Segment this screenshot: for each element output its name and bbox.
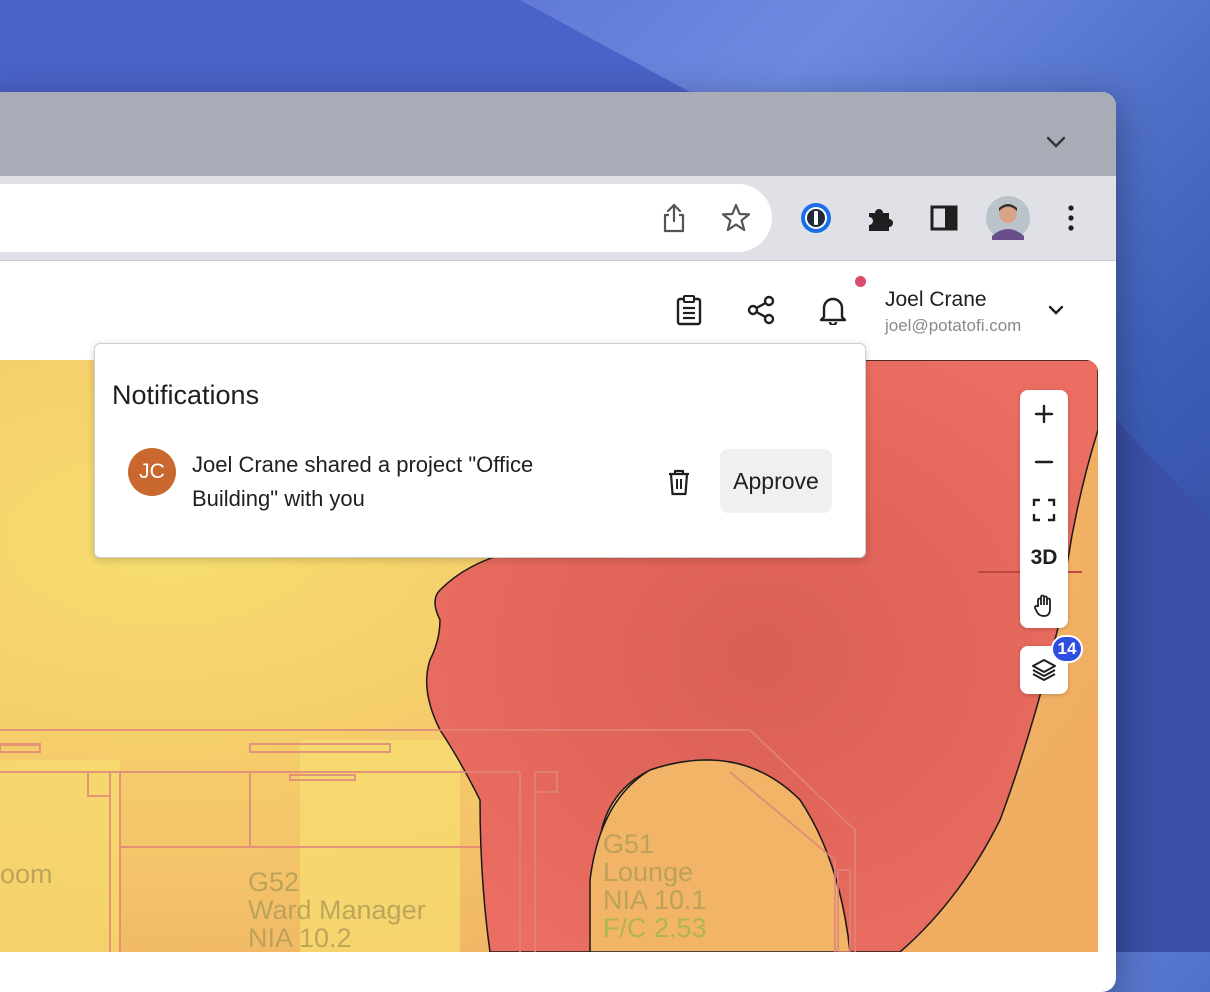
fullscreen-button[interactable] [1020, 488, 1068, 532]
map-controls: 3D [1020, 390, 1068, 628]
toggle-3d-button[interactable]: 3D [1020, 536, 1068, 580]
unread-indicator-dot [855, 276, 866, 287]
room-fc: F/C 2.53 [603, 913, 707, 943]
bookmark-star-icon[interactable] [716, 198, 756, 238]
user-menu-chevron-icon[interactable] [1042, 296, 1070, 324]
approve-button[interactable]: Approve [720, 449, 832, 513]
tab-list-chevron-icon[interactable] [1042, 128, 1070, 156]
room-label-fragment: oom [0, 859, 53, 889]
trash-icon [669, 469, 689, 496]
pan-hand-button[interactable] [1020, 584, 1068, 628]
room-label-g51: G51 Lounge NIA 10.1 F/C 2.53 [603, 830, 707, 942]
room-name: Lounge [603, 857, 694, 887]
address-bar[interactable] [0, 184, 772, 252]
user-email: joel@potatofi.com [885, 316, 1022, 335]
notifications-bell-icon[interactable] [816, 292, 850, 328]
zoom-out-button[interactable] [1020, 440, 1068, 484]
popup-title: Notifications [112, 380, 260, 410]
room-name: Ward Manager [248, 895, 426, 925]
user-name[interactable]: Joel Crane [885, 288, 987, 312]
room-nia: NIA 10.2 [248, 923, 352, 952]
layers-count-badge: 14 [1051, 635, 1083, 663]
browser-toolbar [0, 176, 1116, 261]
share-icon[interactable] [743, 292, 779, 328]
layers-icon [1032, 659, 1056, 681]
notifications-popup: Notifications JC Joel Crane shared a pro… [94, 343, 866, 558]
room-nia: NIA 10.1 [603, 885, 707, 915]
delete-notification-button[interactable] [662, 462, 696, 502]
share-page-icon[interactable] [654, 198, 694, 238]
extensions-puzzle-icon[interactable] [860, 198, 900, 238]
tab-strip [0, 92, 1116, 176]
notification-message: Joel Crane shared a project "Office Buil… [192, 452, 534, 511]
password-manager-extension-icon[interactable] [796, 198, 836, 238]
zoom-in-button[interactable] [1020, 392, 1068, 436]
room-label-g52: G52 Ward Manager NIA 10.2 [248, 868, 426, 952]
sender-avatar: JC [128, 448, 176, 496]
room-code: G52 [248, 867, 300, 897]
room-code: G51 [603, 829, 655, 859]
browser-menu-icon[interactable] [1056, 198, 1086, 238]
side-panel-icon[interactable] [924, 198, 964, 238]
profile-avatar[interactable] [986, 196, 1030, 240]
clipboard-notes-icon[interactable] [672, 292, 706, 328]
